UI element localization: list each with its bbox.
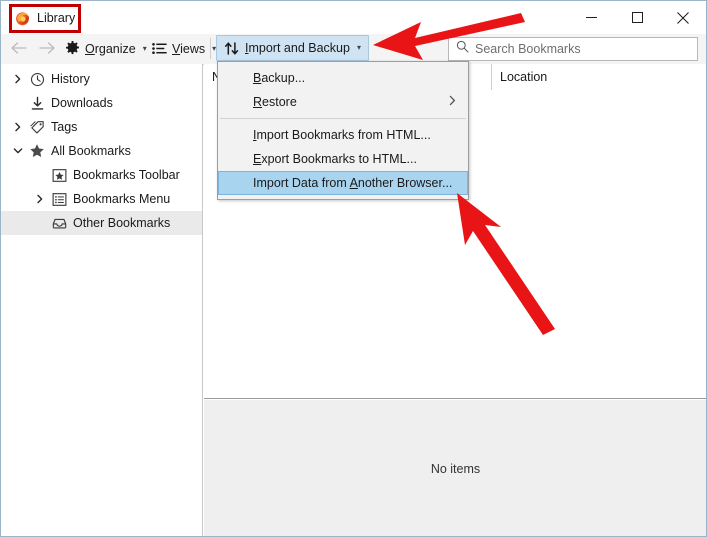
boxed-star-icon <box>49 168 69 183</box>
gear-icon <box>65 41 80 56</box>
menu-separator <box>220 118 466 119</box>
sidebar-item-label: Tags <box>51 120 78 134</box>
search-input-placeholder[interactable]: Search Bookmarks <box>475 42 581 56</box>
organize-label: Organize <box>85 41 136 56</box>
import-label-rest: mport and Backup <box>248 41 350 55</box>
twisty-expanded-icon[interactable] <box>9 146 27 156</box>
chevron-down-icon: ▾ <box>356 43 361 52</box>
sidebar-item-bookmarks-toolbar[interactable]: Bookmarks Toolbar <box>1 163 202 187</box>
menu-item-backup[interactable]: Backup... <box>218 66 468 90</box>
menu-item-label: Restore <box>253 95 297 109</box>
navigation-arrows <box>9 38 56 57</box>
no-items-label: No items <box>430 461 481 476</box>
close-icon <box>677 11 689 24</box>
window-controls <box>568 1 706 34</box>
import-and-backup-menu: Backup... Restore Import Bookmarks from HT… <box>217 61 469 200</box>
tag-icon <box>27 120 47 135</box>
sidebar-item-label: Bookmarks Menu <box>73 192 171 206</box>
sidebar-item-label: Bookmarks Toolbar <box>73 168 180 182</box>
twisty-collapsed-icon[interactable] <box>31 194 49 204</box>
twisty-collapsed-icon[interactable] <box>9 122 27 132</box>
import-and-backup-button[interactable]: Import and Backup ▾ <box>216 35 369 61</box>
views-label: Views <box>172 41 206 56</box>
maximize-button[interactable] <box>614 1 660 34</box>
window-title: Library <box>37 10 76 25</box>
back-arrow-icon <box>10 41 27 54</box>
star-icon <box>27 143 47 159</box>
details-pane: No items <box>204 400 706 536</box>
menu-item-restore[interactable]: Restore <box>218 90 468 114</box>
back-button[interactable] <box>9 38 28 57</box>
sidebar-item-other-bookmarks[interactable]: Other Bookmarks <box>1 211 202 235</box>
library-window: Library Organize ▾ Views ▾ Import and Ba… <box>0 0 707 537</box>
menu-item-label: Backup... <box>253 71 306 85</box>
sidebar-item-label: Downloads <box>51 96 113 110</box>
menu-item-label: Export Bookmarks to HTML... <box>253 152 417 166</box>
organize-button[interactable]: Organize ▾ <box>57 36 155 61</box>
search-icon <box>456 40 469 58</box>
forward-button[interactable] <box>37 38 56 57</box>
column-header-location[interactable]: Location <box>492 64 706 90</box>
firefox-icon <box>15 11 30 26</box>
sidebar-item-label: Other Bookmarks <box>73 216 171 230</box>
menu-item-label: Import Bookmarks from HTML... <box>253 128 431 142</box>
organize-label-rest: rganize <box>94 41 136 56</box>
twisty-collapsed-icon[interactable] <box>9 74 27 84</box>
chevron-right-icon <box>448 95 457 109</box>
sidebar-item-downloads[interactable]: Downloads <box>1 91 202 115</box>
sidebar-item-history[interactable]: History <box>1 67 202 91</box>
menu-item-label: Import Data from Another Browser... <box>253 176 453 190</box>
search-bookmarks-box[interactable]: Search Bookmarks <box>448 37 698 61</box>
menu-item-import-bookmarks-from-html[interactable]: Import Bookmarks from HTML... <box>218 123 468 147</box>
views-button[interactable]: Views ▾ <box>144 36 224 61</box>
views-label-rest: iews <box>180 41 206 56</box>
import-export-arrows-icon <box>224 41 240 56</box>
bookmarks-tree: History Downloads Tags All Bookmarks Bookmar… <box>1 64 202 235</box>
maximize-icon <box>631 12 643 23</box>
close-button[interactable] <box>660 1 706 34</box>
sidebar-item-label: History <box>51 72 90 86</box>
title-bar: Library <box>1 1 706 34</box>
list-icon <box>152 42 167 55</box>
import-and-backup-label: Import and Backup <box>245 41 350 55</box>
sidebar-item-label: All Bookmarks <box>51 144 131 158</box>
sidebar-item-all-bookmarks[interactable]: All Bookmarks <box>1 139 202 163</box>
bookmark-list-icon <box>49 192 69 207</box>
sidebar-item-bookmarks-menu[interactable]: Bookmarks Menu <box>1 187 202 211</box>
sidebar-tree: History Downloads Tags All Bookmarks Bookmar… <box>1 64 203 536</box>
inbox-tray-icon <box>49 216 69 231</box>
sidebar-item-tags[interactable]: Tags <box>1 115 202 139</box>
forward-arrow-icon <box>38 41 55 54</box>
minimize-button[interactable] <box>568 1 614 34</box>
download-icon <box>27 96 47 111</box>
title-bar-left: Library <box>15 7 75 29</box>
menu-item-import-data-from-another-browser[interactable]: Import Data from Another Browser... <box>218 171 468 195</box>
minimize-icon <box>585 17 597 18</box>
clock-icon <box>27 72 47 87</box>
menu-item-export-bookmarks-to-html[interactable]: Export Bookmarks to HTML... <box>218 147 468 171</box>
